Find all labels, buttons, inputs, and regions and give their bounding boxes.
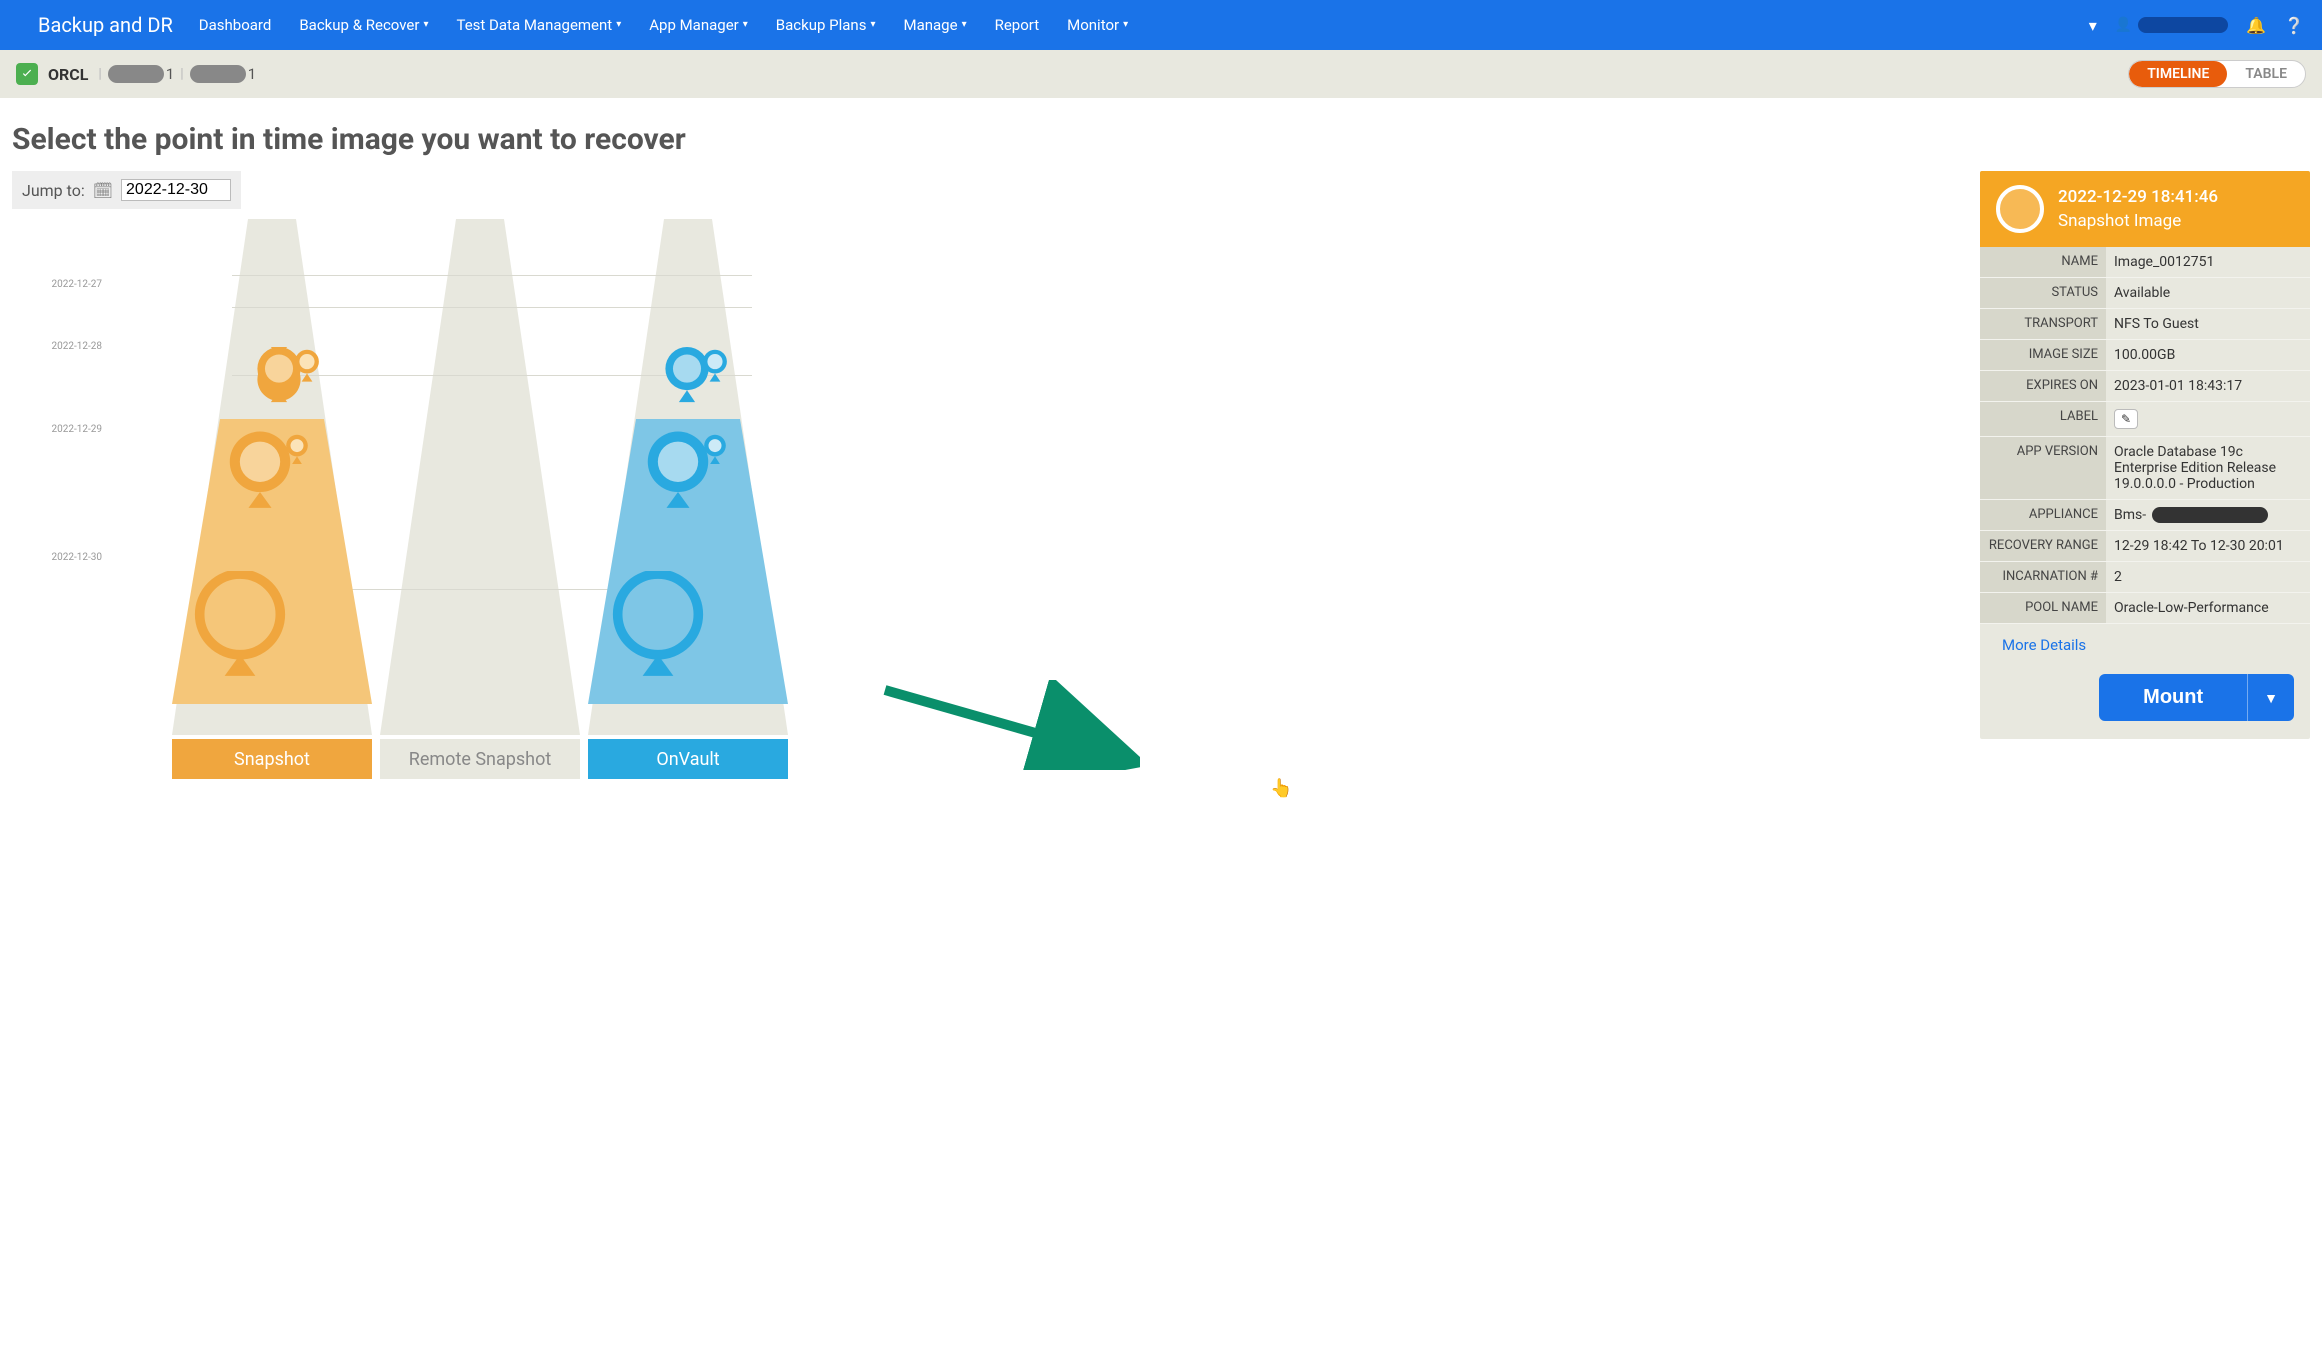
nav-label: Test Data Management xyxy=(456,0,612,50)
chevron-down-icon: ▾ xyxy=(423,0,428,50)
row-key-expires: EXPIRES ON xyxy=(1980,371,2106,401)
help-icon[interactable]: ❔ xyxy=(2284,16,2304,35)
nav-monitor[interactable]: Monitor▾ xyxy=(1053,0,1142,50)
nav-app-manager[interactable]: App Manager▾ xyxy=(635,0,762,50)
brand: Backup and DR xyxy=(38,13,173,37)
row-key-size: IMAGE SIZE xyxy=(1980,340,2106,370)
row-key-pool: POOL NAME xyxy=(1980,593,2106,623)
snapshot-marker-4[interactable] xyxy=(192,571,288,677)
page-title: Select the point in time image you want … xyxy=(0,98,2322,171)
row-val-size: 100.00GB xyxy=(2106,340,2310,370)
breadcrumb: | 1 | 1 xyxy=(98,65,256,83)
mount-button[interactable]: Mount xyxy=(2099,674,2247,721)
onvault-marker-2[interactable] xyxy=(688,337,742,397)
view-timeline[interactable]: TIMELINE xyxy=(2129,61,2227,87)
panel-header: 2022-12-29 18:41:46 Snapshot Image xyxy=(1980,171,2310,247)
snapshot-icon xyxy=(1996,185,2044,233)
row-val-pool: Oracle-Low-Performance xyxy=(2106,593,2310,623)
appliance-redacted xyxy=(2152,507,2268,523)
nav-label: Backup & Recover xyxy=(299,0,419,50)
appliance-prefix: Bms- xyxy=(2114,507,2146,523)
date-tick: 2022-12-27 xyxy=(12,279,102,290)
panel-type: Snapshot Image xyxy=(2058,211,2218,231)
chevron-down-icon: ▾ xyxy=(1123,0,1128,50)
filter-icon[interactable]: ▾ xyxy=(2089,16,2097,35)
row-key-appliance: APPLIANCE xyxy=(1980,500,2106,530)
onvault-marker-5[interactable] xyxy=(610,571,706,677)
chevron-down-icon: ▾ xyxy=(743,0,748,50)
row-val-label: ✎ xyxy=(2106,402,2310,436)
row-key-appver: APP VERSION xyxy=(1980,437,2106,499)
top-right: ▾ 👤 🔔 ❔ xyxy=(2089,16,2314,35)
onvault-marker-4[interactable] xyxy=(688,421,742,481)
lane-label-remote: Remote Snapshot xyxy=(380,739,580,779)
redacted-host2 xyxy=(190,65,246,83)
jump-label: Jump to: xyxy=(22,181,85,200)
nav-backup-recover[interactable]: Backup & Recover▾ xyxy=(285,0,442,50)
top-nav: Backup and DR Dashboard Backup & Recover… xyxy=(0,0,2322,50)
panel-datetime: 2022-12-29 18:41:46 xyxy=(2058,187,2218,207)
row-key-range: RECOVERY RANGE xyxy=(1980,531,2106,561)
row-val-transport: NFS To Guest xyxy=(2106,309,2310,339)
row-key-label: LABEL xyxy=(1980,402,2106,436)
date-tick: 2022-12-29 xyxy=(12,424,102,435)
view-toggle: TIMELINE TABLE xyxy=(2128,60,2306,88)
user-name-redacted xyxy=(2138,17,2228,33)
more-details-link[interactable]: More Details xyxy=(1980,624,2310,660)
nav-label: App Manager xyxy=(649,0,739,50)
bell-icon[interactable]: 🔔 xyxy=(2246,16,2266,35)
date-tick: 2022-12-30 xyxy=(12,552,102,563)
nav-report[interactable]: Report xyxy=(981,0,1054,50)
row-val-range: 12-29 18:42 To 12-30 20:01 xyxy=(2106,531,2310,561)
redacted-tail2: 1 xyxy=(248,65,256,83)
chevron-down-icon: ▾ xyxy=(616,0,621,50)
user-menu[interactable]: 👤 xyxy=(2115,17,2228,33)
lane-label-onvault: OnVault xyxy=(588,739,788,779)
row-val-name: Image_0012751 xyxy=(2106,247,2310,277)
nav-test-data-mgmt[interactable]: Test Data Management▾ xyxy=(442,0,635,50)
row-key-status: STATUS xyxy=(1980,278,2106,308)
timeline: 2022-12-27 2022-12-28 2022-12-29 2022-12… xyxy=(12,219,792,779)
row-val-status: Available xyxy=(2106,278,2310,308)
calendar-icon[interactable]: 🗓 xyxy=(93,181,113,200)
nav-label: Backup Plans xyxy=(776,0,867,50)
nav-label: Monitor xyxy=(1067,0,1119,50)
view-table[interactable]: TABLE xyxy=(2227,61,2305,87)
row-key-transport: TRANSPORT xyxy=(1980,309,2106,339)
nav-dashboard-label: Dashboard xyxy=(199,0,272,50)
chevron-down-icon: ▾ xyxy=(870,0,875,50)
row-val-expires: 2023-01-01 18:43:17 xyxy=(2106,371,2310,401)
user-icon: 👤 xyxy=(2115,17,2132,33)
snapshot-marker-3[interactable] xyxy=(270,421,324,481)
nav-manage[interactable]: Manage▾ xyxy=(889,0,980,50)
app-name: ORCL xyxy=(48,65,88,84)
jump-date-input[interactable] xyxy=(121,179,231,201)
row-key-incarn: INCARNATION # xyxy=(1980,562,2106,592)
main-nav: Dashboard Backup & Recover▾ Test Data Ma… xyxy=(185,0,1142,50)
redacted-tail: 1 xyxy=(166,65,174,83)
row-key-name: NAME xyxy=(1980,247,2106,277)
row-val-appliance: Bms- xyxy=(2106,500,2310,530)
edit-label-button[interactable]: ✎ xyxy=(2114,409,2138,429)
snapshot-marker-2[interactable] xyxy=(280,337,334,397)
shield-icon xyxy=(16,63,38,85)
redacted-host xyxy=(108,65,164,83)
nav-label: Manage xyxy=(903,0,957,50)
date-tick: 2022-12-28 xyxy=(12,341,102,352)
mount-menu-button[interactable]: ▼ xyxy=(2247,674,2294,721)
jump-to: Jump to: 🗓 xyxy=(12,171,241,209)
nav-dashboard[interactable]: Dashboard xyxy=(185,0,286,50)
nav-label: Report xyxy=(995,0,1040,50)
row-val-incarn: 2 xyxy=(2106,562,2310,592)
nav-backup-plans[interactable]: Backup Plans▾ xyxy=(762,0,890,50)
sub-header: ORCL | 1 | 1 TIMELINE TABLE xyxy=(0,50,2322,98)
image-details-panel: 2022-12-29 18:41:46 Snapshot Image NAMEI… xyxy=(1980,171,2310,739)
chevron-down-icon: ▾ xyxy=(962,0,967,50)
row-val-appver: Oracle Database 19c Enterprise Edition R… xyxy=(2106,437,2310,499)
lane-label-snapshot: Snapshot xyxy=(172,739,372,779)
